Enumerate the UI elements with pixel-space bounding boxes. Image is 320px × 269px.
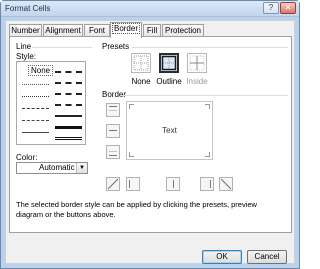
help-description: The selected border style can be applied… — [16, 200, 257, 219]
preset-none-button[interactable] — [131, 53, 151, 73]
border-group-divider — [124, 95, 288, 96]
preview-corner-br — [205, 152, 210, 157]
preset-outline-icon — [161, 55, 177, 71]
line-style-slant-dash-dot[interactable] — [55, 82, 82, 84]
line-style-medium-dash-dot[interactable] — [55, 93, 82, 95]
presets-group-divider — [132, 47, 288, 48]
preset-inside-icon — [189, 55, 205, 71]
preset-none-icon — [133, 55, 149, 71]
border-diagonal-up-button[interactable] — [106, 177, 120, 191]
line-style-dotted[interactable] — [22, 96, 49, 97]
line-style-medium[interactable] — [55, 115, 82, 117]
line-style-dash-dot-dot[interactable] — [22, 108, 49, 109]
color-dropdown[interactable]: Automatic ▼ — [16, 162, 88, 174]
line-group-divider — [32, 47, 92, 48]
help-icon[interactable]: ? — [263, 2, 279, 14]
preview-corner-bl — [129, 152, 134, 157]
border-bottom-button[interactable] — [106, 145, 120, 159]
diagonal-up-icon — [107, 178, 119, 190]
chevron-down-icon[interactable]: ▼ — [76, 163, 87, 173]
border-top-button[interactable] — [106, 103, 120, 117]
tab-border[interactable]: Border — [110, 22, 142, 38]
line-style-none[interactable]: None — [28, 65, 54, 76]
line-group-title: Line — [16, 42, 32, 51]
line-style-thick[interactable] — [55, 126, 82, 129]
presets-group-title: Presets — [102, 42, 130, 51]
border-preview[interactable]: Text — [126, 101, 213, 160]
border-inside-horizontal-button[interactable] — [106, 124, 120, 138]
border-left-button[interactable] — [126, 177, 140, 191]
line-style-thin[interactable] — [22, 132, 49, 133]
preset-inside-button[interactable] — [187, 53, 207, 73]
line-style-dash-dot[interactable] — [22, 120, 49, 121]
style-label: Style: — [16, 52, 37, 61]
window-title: Format Cells — [5, 4, 51, 13]
dialog-client: Number Alignment Font Border Fill Protec… — [5, 20, 295, 264]
line-style-medium-dash-dot-dot[interactable] — [55, 71, 82, 73]
cancel-button[interactable]: Cancel — [247, 250, 287, 264]
preview-corner-tr — [205, 104, 210, 109]
border-diagonal-down-button[interactable] — [219, 177, 233, 191]
border-right-button[interactable] — [200, 177, 214, 191]
line-style-list[interactable]: None — [16, 61, 86, 145]
title-bar[interactable]: Format Cells ? ✕ — [1, 1, 299, 17]
format-cells-window: Format Cells ? ✕ Number Alignment Font B… — [0, 0, 300, 269]
border-tab-panel: Line Style: None Color: Automatic ▼ Pres… — [9, 36, 292, 233]
preview-corner-tl — [129, 104, 134, 109]
color-label: Color: — [16, 153, 38, 162]
preset-outline-button[interactable] — [159, 53, 179, 73]
border-inside-vertical-button[interactable] — [166, 177, 180, 191]
line-style-double[interactable] — [55, 137, 82, 140]
preset-outline-label: Outline — [156, 77, 182, 86]
line-style-medium-dashed[interactable] — [55, 104, 82, 106]
ok-button[interactable]: OK — [202, 250, 242, 264]
color-value: Automatic — [39, 163, 75, 172]
close-icon[interactable]: ✕ — [280, 2, 296, 14]
preset-none-label: None — [131, 77, 151, 86]
diagonal-down-icon — [220, 178, 232, 190]
line-style-hairline[interactable] — [22, 84, 49, 85]
border-group-title: Border — [102, 90, 127, 99]
preview-text: Text — [162, 126, 177, 135]
preset-inside-label: Inside — [186, 77, 208, 86]
